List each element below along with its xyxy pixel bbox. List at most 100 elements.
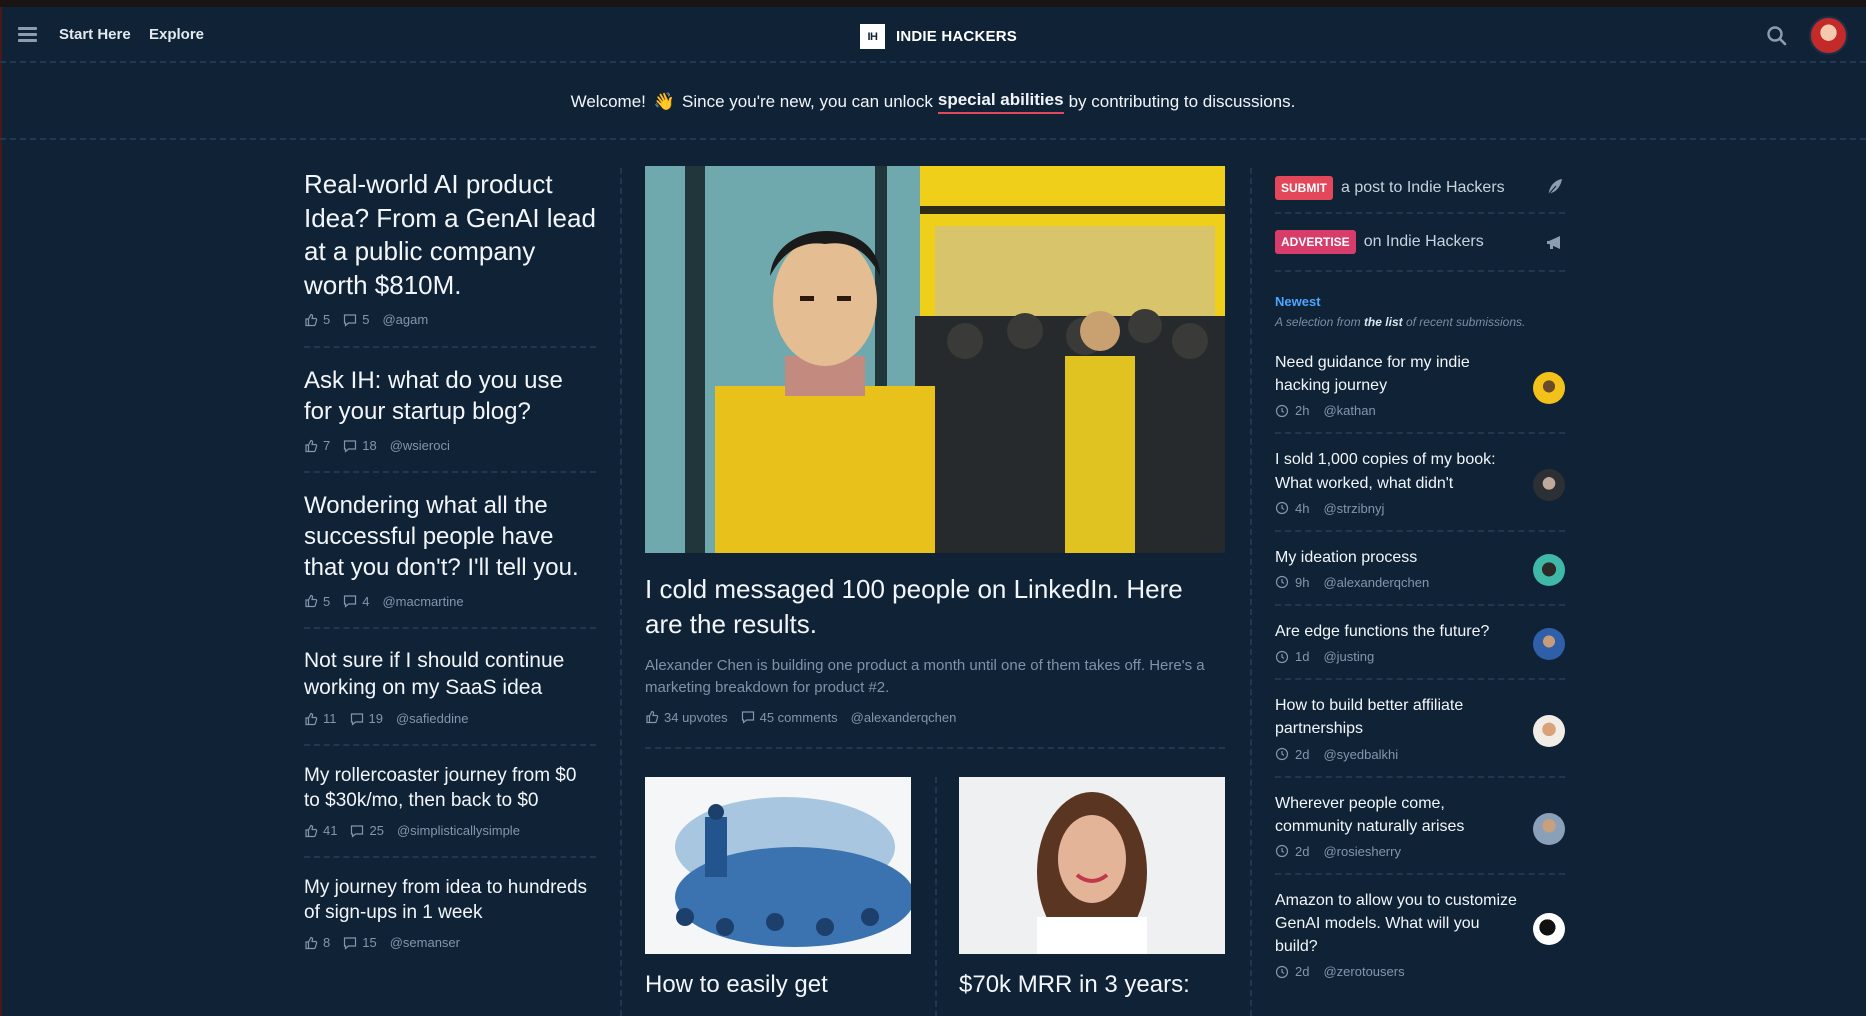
post-item[interactable]: Real-world AI product Idea? From a GenAI… [304,168,596,349]
newest-post-item[interactable]: Wherever people come, community naturall… [1275,778,1565,875]
wave-emoji-icon: 👋 [653,91,676,111]
newest-post-item[interactable]: I sold 1,000 copies of my book: What wor… [1275,434,1565,532]
post-title[interactable]: Wondering what all the successful people… [304,491,596,584]
search-icon[interactable] [1766,25,1788,47]
side-post-author[interactable]: @alexanderqchen [1323,575,1429,590]
advertise-text[interactable]: on Indie Hackers [1364,233,1484,251]
newest-heading[interactable]: Newest [1275,294,1565,309]
side-post-title[interactable]: Wherever people come, community naturall… [1275,792,1521,838]
advertise-row[interactable]: ADVERTISE on Indie Hackers [1275,214,1565,272]
advertise-badge[interactable]: ADVERTISE [1275,230,1356,254]
side-post-title[interactable]: My ideation process [1275,546,1521,569]
post-item[interactable]: Not sure if I should continue working on… [304,629,596,747]
upvote-icon[interactable] [304,936,318,950]
author-avatar[interactable] [1533,912,1565,945]
side-post-title[interactable]: Need guidance for my indie hacking journ… [1275,351,1521,397]
side-post-author[interactable]: @zerotousers [1323,964,1404,979]
side-post-meta: 4h @strzibnyj [1275,501,1521,516]
author-avatar[interactable] [1533,812,1565,845]
post-author[interactable]: @simplisticallysimple [397,823,520,838]
submit-text[interactable]: a post to Indie Hackers [1341,179,1505,197]
post-author[interactable]: @alexanderqchen [851,710,957,725]
the-list-link[interactable]: the list [1364,315,1403,329]
submit-badge[interactable]: SUBMIT [1275,176,1333,200]
post-card[interactable]: How to easily get [645,776,911,999]
post-meta: 8 15 @semanser [304,935,596,950]
post-item[interactable]: My rollercoaster journey from $0 to $30k… [304,746,596,859]
clock-icon [1275,576,1289,589]
newest-post-item[interactable]: Amazon to allow you to customize GenAI m… [1275,875,1565,979]
post-title[interactable]: Real-world AI product Idea? From a GenAI… [304,168,596,302]
upvote-icon[interactable] [304,439,318,453]
nav-explore[interactable]: Explore [149,26,204,43]
post-item[interactable]: Wondering what all the successful people… [304,473,596,629]
newest-post-item[interactable]: Are edge functions the future? 1d @justi… [1275,606,1565,681]
post-author[interactable]: @semanser [390,935,460,950]
submit-post-row[interactable]: SUBMIT a post to Indie Hackers [1275,164,1565,214]
post-card-image[interactable] [959,776,1225,954]
featured-divider [645,746,1225,749]
upvote-icon[interactable] [304,313,318,327]
indie-hackers-logo: IH [860,24,885,49]
post-title[interactable]: My rollercoaster journey from $0 to $30k… [304,764,596,813]
author-avatar[interactable] [1533,627,1565,660]
author-avatar[interactable] [1533,372,1565,404]
author-avatar[interactable] [1533,715,1565,748]
side-post-title[interactable]: I sold 1,000 copies of my book: What wor… [1275,448,1521,494]
site-brand[interactable]: IH INDIE HACKERS [860,24,1017,49]
newest-post-item[interactable]: My ideation process 9h @alexanderqchen [1275,532,1565,606]
newest-post-item[interactable]: How to build better affiliate partnershi… [1275,680,1565,778]
upvote-icon[interactable] [645,710,659,724]
side-post-author[interactable]: @syedbalkhi [1323,747,1398,762]
post-author[interactable]: @wsieroci [390,438,450,453]
post-title[interactable]: Ask IH: what do you use for your startup… [304,366,596,428]
side-post-author[interactable]: @kathan [1323,403,1375,418]
comment-icon[interactable] [343,313,357,327]
comment-icon[interactable] [343,594,357,609]
side-post-title[interactable]: Are edge functions the future? [1275,620,1521,643]
post-item[interactable]: My journey from idea to hundreds of sign… [304,858,596,950]
side-post-title[interactable]: How to build better affiliate partnershi… [1275,694,1521,740]
comment-icon[interactable] [741,710,755,724]
newest-sub-text: A selection from [1275,315,1361,329]
welcome-text: Since you're new, you can unlock [682,91,933,111]
feather-pen-icon[interactable] [1545,177,1565,197]
post-card-title[interactable]: How to easily get [645,971,911,999]
nav-start-here[interactable]: Start Here [59,26,131,43]
comment-icon[interactable] [350,824,364,838]
megaphone-icon[interactable] [1545,233,1565,253]
comment-icon[interactable] [343,936,357,950]
comment-icon[interactable] [343,439,357,453]
hamburger-menu-icon[interactable] [18,27,37,42]
author-avatar[interactable] [1533,553,1565,586]
author-avatar[interactable] [1533,469,1565,502]
post-title[interactable]: My journey from idea to hundreds of sign… [304,876,596,925]
post-card-image[interactable] [645,776,911,954]
side-post-author[interactable]: @rosiesherry [1323,844,1401,859]
post-card[interactable]: $70k MRR in 3 years: [959,776,1225,999]
upvote-count: 34 upvotes [664,709,728,725]
side-post-title[interactable]: Amazon to allow you to customize GenAI m… [1275,889,1521,959]
special-abilities-link[interactable]: special abilities [937,90,1064,114]
upvote-count: 11 [323,711,337,727]
comment-count: 15 [362,935,377,951]
upvote-count: 5 [323,593,331,609]
post-item[interactable]: Ask IH: what do you use for your startup… [304,348,596,474]
upvote-icon[interactable] [304,712,318,726]
post-author[interactable]: @macmartine [382,594,463,609]
user-avatar[interactable] [1809,16,1848,55]
post-title[interactable]: Not sure if I should continue working on… [304,647,596,701]
brand-name: INDIE HACKERS [896,28,1017,45]
post-card-title[interactable]: $70k MRR in 3 years: [959,971,1225,999]
upvote-icon[interactable] [304,594,318,608]
side-post-author[interactable]: @justing [1323,649,1374,664]
side-post-author[interactable]: @strzibnyj [1323,501,1384,516]
comment-icon[interactable] [350,712,364,726]
featured-post-title[interactable]: I cold messaged 100 people on LinkedIn. … [645,572,1225,643]
post-author[interactable]: @safieddine [396,711,468,726]
post-author[interactable]: @agam [382,312,428,327]
side-post-time: 2h [1295,403,1310,419]
newest-post-item[interactable]: Need guidance for my indie hacking journ… [1275,351,1565,435]
upvote-icon[interactable] [304,824,318,838]
featured-post-image[interactable] [645,166,1225,553]
